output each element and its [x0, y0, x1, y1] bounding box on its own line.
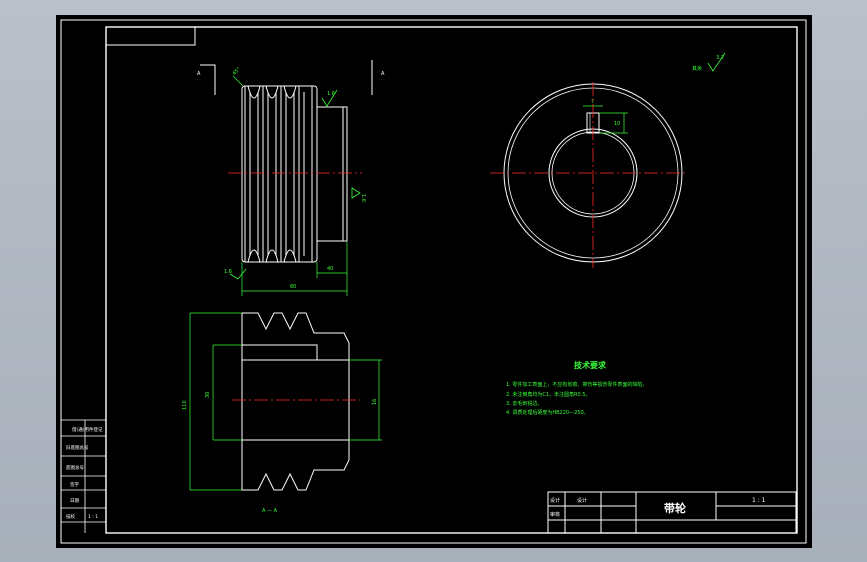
cad-viewport[interactable]: 借(通)用件登记 旧底图总号 底图总号 签字 日期 描校 1 : 1 A A 4…: [0, 0, 867, 562]
tech-req-item-3: 3. 去毛刺锐边。: [506, 400, 542, 407]
tech-req-title: 技术要求: [574, 360, 607, 370]
dim-bore-dia: 30: [205, 392, 211, 398]
title-scale: 1 : 1: [752, 497, 766, 504]
title-checker-label: 审核: [550, 511, 560, 518]
keyway-depth: 10: [614, 121, 620, 127]
title-part-name: 带轮: [664, 501, 686, 515]
section-label: A — A: [262, 508, 278, 514]
title-designer-label: 设计: [550, 497, 560, 504]
keyway-width: 7: [591, 99, 594, 105]
dim-total-width: 80: [290, 284, 296, 290]
title-designer-name: 设计: [577, 497, 587, 504]
tech-req-item-4: 4. 调质处理后硬度为HB220—250。: [506, 409, 589, 416]
left-strip-cell-4: 签字: [70, 481, 79, 488]
roughness-top: 1.6: [327, 91, 335, 97]
section-mark-right: A: [381, 71, 385, 77]
roughness-note-value: 3.2: [716, 55, 724, 61]
roughness-side: 1.6: [360, 194, 366, 202]
roughness-bottom: 1.6: [224, 269, 232, 275]
tech-req-item-1: 1. 零件加工表面上，不应有划痕、擦伤等损伤零件表面的缺陷。: [506, 381, 647, 388]
left-strip-cell-2: 旧底图总号: [66, 444, 89, 451]
section-mark-left: A: [197, 71, 201, 77]
drawing-paper: [56, 15, 812, 548]
dim-hub-width: 40: [327, 266, 333, 272]
dim-hub-dia: 16: [372, 399, 378, 405]
left-strip-cell-3: 底图总号: [66, 464, 84, 471]
left-strip-cell-5: 日期: [70, 498, 79, 504]
tech-req-item-2: 2. 未注倒角均为C1，未注圆角R0.5。: [506, 391, 590, 398]
left-strip-cell-7: 1 : 1: [88, 514, 98, 520]
left-strip-cell-6: 描校: [66, 513, 75, 520]
left-strip-cell-1: 借(通)用件登记: [72, 426, 103, 433]
dim-outer-dia: 110: [182, 400, 188, 410]
roughness-note-label: 其余: [692, 65, 702, 72]
